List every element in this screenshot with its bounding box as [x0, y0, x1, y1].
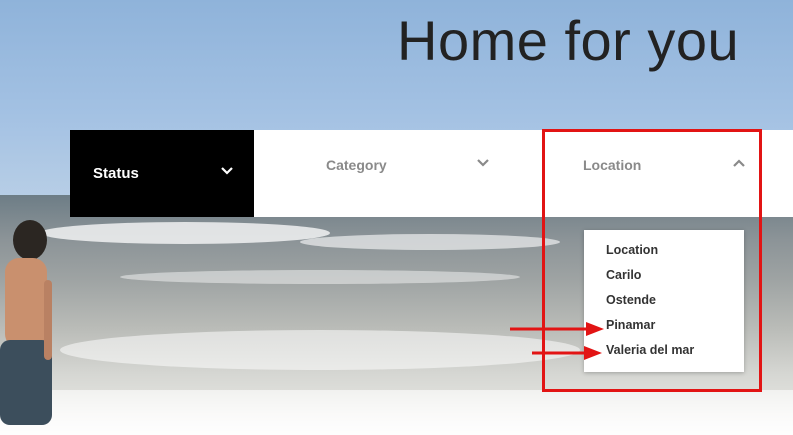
wave-foam: [40, 222, 330, 244]
chevron-down-icon: [221, 167, 233, 175]
chevron-down-icon: [477, 159, 489, 167]
wave-foam: [60, 330, 580, 370]
wave-foam: [120, 270, 520, 284]
child-figure: [0, 220, 52, 425]
category-filter-label: Category: [326, 157, 387, 173]
wave-foam: [300, 234, 560, 250]
annotation-arrow-icon: [510, 322, 604, 336]
status-filter-dropdown[interactable]: Status: [70, 130, 254, 217]
surf-foam: [0, 390, 793, 435]
status-filter-label: Status: [93, 165, 139, 182]
category-filter-dropdown[interactable]: Category: [254, 130, 542, 217]
annotation-arrow-icon: [532, 346, 602, 360]
page-title: Home for you: [397, 9, 740, 72]
